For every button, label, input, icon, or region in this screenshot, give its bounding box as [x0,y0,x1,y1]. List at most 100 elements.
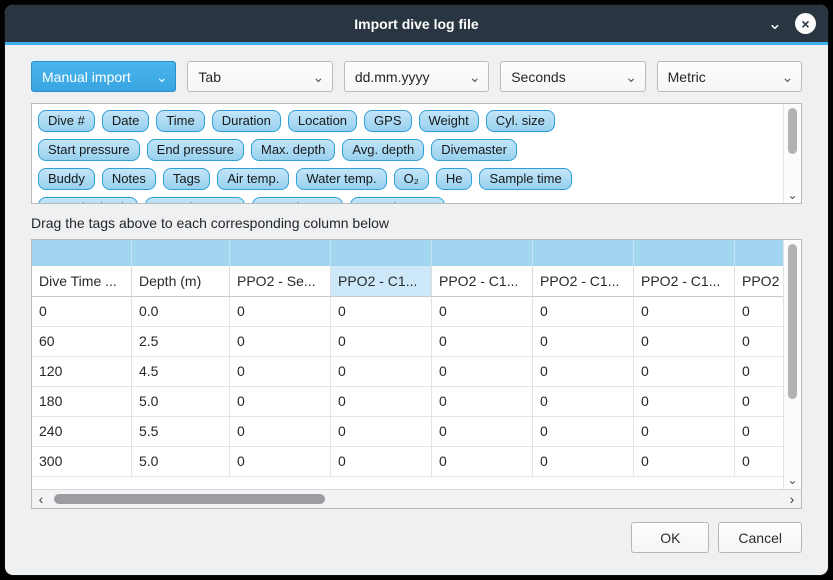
table-cell: 0 [533,327,634,357]
cancel-button[interactable]: Cancel [718,522,802,553]
tag-pill-sample-depth[interactable]: Sample depth [38,197,138,204]
table-cell: 0 [432,447,533,477]
table-cell: 0 [735,327,783,357]
table-cell: 0.0 [132,297,230,327]
scrollbar-handle[interactable] [788,108,797,154]
tag-pill-buddy[interactable]: Buddy [38,168,95,190]
tag-pill-tags[interactable]: Tags [163,168,210,190]
table-cell: 0 [735,357,783,387]
tag-pill-notes[interactable]: Notes [102,168,156,190]
titlebar: Import dive log file ⌄ × [5,5,828,42]
table-cell: 0 [331,387,432,417]
table-hscrollbar: ‹ › [32,489,801,508]
drop-target-row [32,240,783,266]
tag-pill-location[interactable]: Location [288,110,357,132]
table-cell: 0 [634,357,735,387]
tag-pill-sample-temp[interactable]: Sample temp. [145,197,245,204]
chevron-down-icon: ⌄ [148,70,175,84]
dropdown-manual-import[interactable]: Manual import⌄ [31,61,176,92]
tag-pill-air-temp[interactable]: Air temp. [217,168,289,190]
scroll-down-button[interactable]: ⌄ [784,474,801,486]
column-header: PPO2 - Se... [230,266,331,297]
table-cell: 0 [533,447,634,477]
table-cell: 0 [735,297,783,327]
dropdown-value: Seconds [501,69,617,85]
table-cell: 0 [735,447,783,477]
tag-pill-sample-cns[interactable]: Sample CNS [350,197,445,204]
tag-list: Dive # Date Time Duration Location GPS Weight C… [31,103,802,204]
tag-pill-o[interactable]: O₂ [394,168,429,190]
scrollbar-handle[interactable] [54,494,325,504]
column-drop-target[interactable] [634,240,735,266]
dropdown-tab[interactable]: Tab⌄ [187,61,332,92]
tag-pill-max-depth[interactable]: Max. depth [251,139,335,161]
tag-pill-cyl-size[interactable]: Cyl. size [486,110,555,132]
dropdown-value: dd.mm.yyyy [345,69,461,85]
scrollbar-handle[interactable] [788,244,797,399]
table-cell: 0 [230,357,331,387]
column-drop-target[interactable] [230,240,331,266]
import-table: Dive Time ...Depth (m)PPO2 - Se...PPO2 -… [31,239,802,509]
table-cell: 0 [634,417,735,447]
tag-pill-start-pressure[interactable]: Start pressure [38,139,140,161]
tag-pill-time[interactable]: Time [156,110,204,132]
table-cell: 0 [230,417,331,447]
rollup-button[interactable]: ⌄ [768,15,782,32]
scroll-down-button[interactable]: ⌄ [784,189,801,201]
chevron-down-icon: ⌄ [461,70,488,84]
tag-pill-dive[interactable]: Dive # [38,110,95,132]
table-cell: 0 [432,357,533,387]
table-header-row: Dive Time ...Depth (m)PPO2 - Se...PPO2 -… [32,266,783,297]
column-header: PPO2 [735,266,783,297]
table-cell: 60 [32,327,132,357]
table-cell: 300 [32,447,132,477]
column-drop-target[interactable] [32,240,132,266]
chevron-right-icon: › [790,491,795,507]
table-cell: 0 [432,417,533,447]
table-grid: Dive Time ...Depth (m)PPO2 - Se...PPO2 -… [32,240,783,489]
table-cell: 0 [735,417,783,447]
scroll-left-button[interactable]: ‹ [32,492,50,506]
dropdown-value: Tab [188,69,304,85]
tag-pill-water-temp[interactable]: Water temp. [296,168,386,190]
column-drop-target[interactable] [132,240,230,266]
close-button[interactable]: × [795,13,816,34]
scroll-right-button[interactable]: › [783,492,801,506]
table-cell: 240 [32,417,132,447]
table-cell: 0 [432,387,533,417]
chevron-down-icon: ⌄ [774,70,801,84]
tag-pill-avg-depth[interactable]: Avg. depth [342,139,424,161]
tag-pill-sample-po[interactable]: Sample pO₂ [252,197,342,204]
table-cell: 0 [533,357,634,387]
tag-row: Buddy Notes Tags Air temp. Water temp. O₂ He Sa… [38,168,775,190]
table-cell: 5.5 [132,417,230,447]
tag-pill-sample-time[interactable]: Sample time [479,168,571,190]
table-main: Dive Time ...Depth (m)PPO2 - Se...PPO2 -… [32,240,801,489]
column-drop-target[interactable] [735,240,783,266]
column-drop-target[interactable] [533,240,634,266]
tag-pill-weight[interactable]: Weight [419,110,479,132]
ok-button[interactable]: OK [631,522,709,553]
column-header: PPO2 - C1... [634,266,735,297]
column-drop-target[interactable] [432,240,533,266]
tag-pill-gps[interactable]: GPS [364,110,411,132]
tag-pill-duration[interactable]: Duration [212,110,281,132]
tag-pill-date[interactable]: Date [102,110,149,132]
column-drop-target[interactable] [331,240,432,266]
table-cell: 0 [634,327,735,357]
table-cell: 0 [533,387,634,417]
table-cell: 0 [533,417,634,447]
dropdown-metric[interactable]: Metric⌄ [657,61,802,92]
table-cell: 5.0 [132,447,230,477]
table-cell: 0 [331,417,432,447]
tag-pill-end-pressure[interactable]: End pressure [147,139,244,161]
table-cell: 0 [230,297,331,327]
column-header: PPO2 - C1... [533,266,634,297]
table-cell: 0 [32,297,132,327]
tag-pill-he[interactable]: He [436,168,473,190]
dropdown-seconds[interactable]: Seconds⌄ [500,61,645,92]
dropdown-dd-mm-yyyy[interactable]: dd.mm.yyyy⌄ [344,61,489,92]
tag-pill-divemaster[interactable]: Divemaster [431,139,517,161]
table-row: 1805.0000000 [32,387,783,417]
table-cell: 180 [32,387,132,417]
